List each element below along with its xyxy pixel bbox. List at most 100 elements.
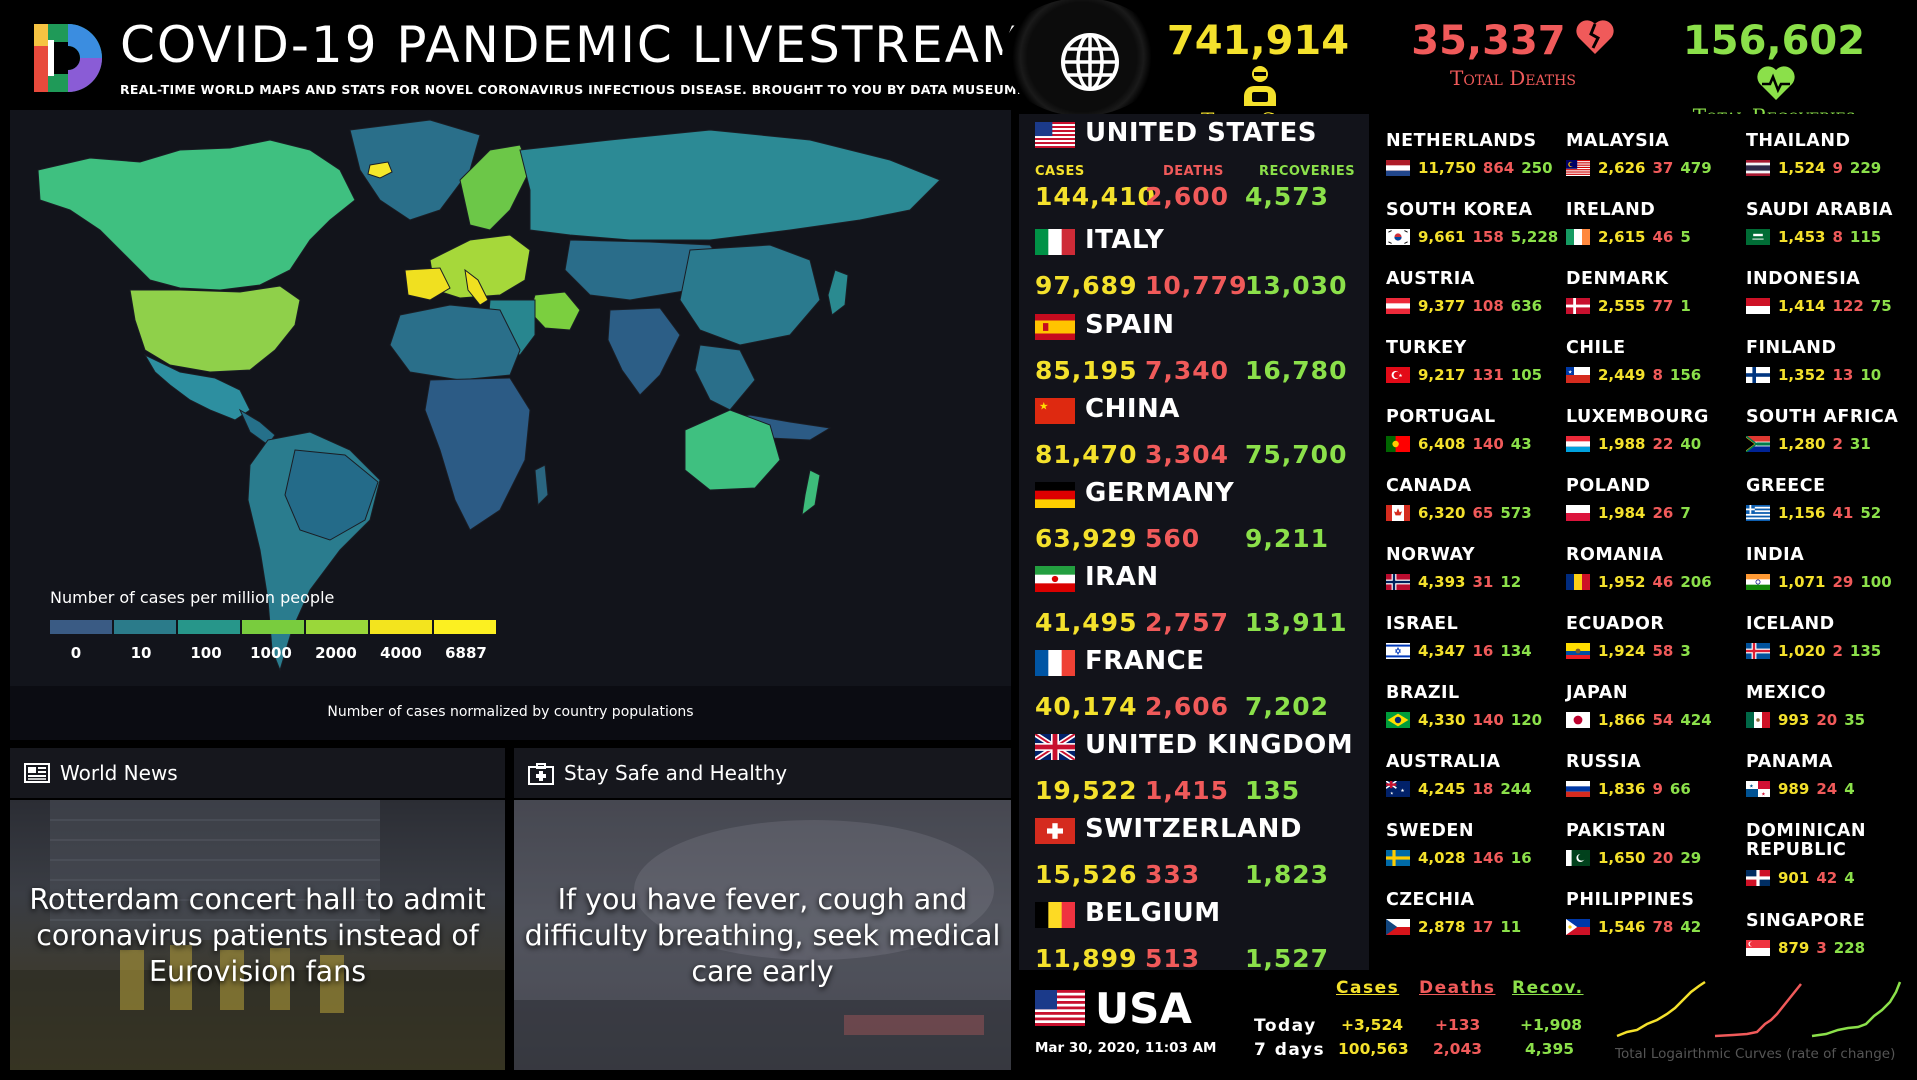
grid-country-nl[interactable]: NETHERLANDS 11,750 864 250 (1386, 131, 1561, 193)
grid-country-mx[interactable]: MEXICO 993 20 35 (1746, 683, 1917, 745)
map-new-zealand[interactable] (801, 469, 821, 517)
top-country-ir[interactable]: IRAN 41,495 2,757 13,911 (1035, 562, 1365, 642)
map-africa-north[interactable] (389, 304, 521, 381)
country-name: DOMINICAN (1746, 821, 1867, 841)
curves-caption: Total Logairthmic Curves (rate of change… (1615, 1046, 1896, 1062)
grid-country-br[interactable]: BRAZIL 4,330 140 120 (1386, 683, 1561, 745)
data-museum-logo[interactable] (30, 18, 110, 98)
grid-country-gr[interactable]: GREECE 1,156 41 52 (1746, 476, 1917, 538)
grid-country-pl[interactable]: POLAND 1,984 26 7 (1566, 476, 1741, 538)
stay-safe-header[interactable]: Stay Safe and Healthy (514, 748, 1011, 798)
top-country-gb[interactable]: UNITED KINGDOM 19,522 1,415 135 (1033, 730, 1365, 810)
map-china[interactable] (679, 244, 821, 346)
grid-country-id[interactable]: INDONESIA 1,414 122 75 (1746, 269, 1917, 331)
map-russia[interactable] (519, 129, 941, 241)
grid-country-th[interactable]: THAILAND 1,524 9 229 (1746, 131, 1917, 193)
country-recoveries: 75,700 (1245, 440, 1348, 469)
country-name: PHILIPPINES (1566, 890, 1695, 910)
cz-flag-icon (1386, 918, 1410, 935)
mx-flag-icon (1746, 711, 1770, 728)
stay-safe-card[interactable]: If you have fever, cough and difficulty … (514, 800, 1011, 1070)
country-recoveries: 3 (1680, 641, 1691, 660)
world-news-header[interactable]: World News (10, 748, 505, 798)
country-name: IRAN (1085, 562, 1159, 592)
country-recoveries: 5,228 (1510, 227, 1559, 246)
grid-country-se[interactable]: SWEDEN 4,028 146 16 (1386, 821, 1561, 883)
map-southeast-asia[interactable] (694, 344, 756, 411)
grid-country-pk[interactable]: PAKISTAN 1,650 20 29 (1566, 821, 1741, 883)
top-country-fr[interactable]: FRANCE 40,174 2,606 7,202 (1035, 646, 1365, 726)
country-deaths: 146 (1472, 848, 1504, 867)
top-country-ch[interactable]: SWITZERLAND 15,526 333 1,823 (1035, 814, 1365, 894)
country-deaths: 41 (1832, 503, 1854, 522)
news-headline[interactable]: Rotterdam concert hall to admit coronavi… (10, 882, 505, 990)
world-news-card[interactable]: Rotterdam concert hall to admit coronavi… (10, 800, 505, 1070)
grid-country-ru[interactable]: RUSSIA 1,836 9 66 (1566, 752, 1741, 814)
grid-country-ph[interactable]: PHILIPPINES 1,546 78 42 (1566, 890, 1741, 952)
grid-country-za[interactable]: SOUTH AFRICA 1,280 2 31 (1745, 407, 1917, 469)
grid-country-in[interactable]: INDIA 1,071 29 100 (1746, 545, 1917, 607)
grid-country-fi[interactable]: FINLAND 1,352 13 10 (1746, 338, 1917, 400)
grid-country-il[interactable]: ISRAEL 4,347 16 134 (1386, 614, 1561, 676)
grid-country-ec[interactable]: ECUADOR 1,924 58 3 (1566, 614, 1741, 676)
map-india[interactable] (607, 307, 681, 396)
health-message[interactable]: If you have fever, cough and difficulty … (514, 882, 1011, 990)
world-map-panel[interactable]: Number of cases per million people 0 10 … (10, 110, 1011, 740)
id-flag-icon (1746, 297, 1770, 314)
grid-country-ca[interactable]: CANADA 6,320 65 573 (1386, 476, 1561, 538)
top-country-be[interactable]: BELGIUM 11,899 513 1,527 (1035, 898, 1365, 978)
nl-flag-icon (1386, 159, 1410, 176)
grid-country-ro[interactable]: ROMANIA 1,952 46 206 (1566, 545, 1741, 607)
do-flag-icon (1746, 869, 1770, 886)
map-canada[interactable] (37, 139, 356, 291)
grid-country-do[interactable]: DOMINICAN REPUBLIC 901 42 4 (1746, 821, 1917, 887)
country-recoveries: 75 (1870, 296, 1892, 315)
grid-country-lu[interactable]: LUXEMBOURG 1,988 22 40 (1566, 407, 1741, 469)
map-madagascar[interactable] (534, 464, 549, 507)
patient-icon (1244, 66, 1276, 106)
country-cases: 993 (1778, 710, 1810, 729)
legend-swatch (370, 620, 432, 634)
map-africa-south[interactable] (424, 377, 531, 531)
top-country-us[interactable]: UNITED STATES CASES DEATHS RECOVERIES 144,41… (1035, 118, 1365, 211)
globe-icon[interactable] (1058, 30, 1122, 94)
grid-country-sa[interactable]: SAUDI ARABIA 1,453 8 115 (1746, 200, 1917, 262)
country-cases: 40,174 (1035, 692, 1138, 721)
top-country-de[interactable]: GERMANY 63,929 560 9,211 (1035, 478, 1365, 558)
usa-today-cases: +3,524 (1341, 1016, 1404, 1034)
grid-country-at[interactable]: AUSTRIA 9,377 108 636 (1386, 269, 1561, 331)
grid-country-is[interactable]: ICELAND 1,020 2 135 (1746, 614, 1917, 676)
grid-country-jp[interactable]: JAPAN 1,866 54 424 (1566, 683, 1741, 745)
grid-country-sg[interactable]: SINGAPORE 879 3 228 (1746, 911, 1917, 973)
grid-country-au[interactable]: AUSTRALIA ★ ★ 4,245 18 244 (1385, 752, 1561, 814)
grid-country-pa[interactable]: PANAMA ★ ★ 989 24 4 (1746, 752, 1917, 814)
top-country-es[interactable]: SPAIN 85,195 7,340 16,780 (1035, 310, 1365, 390)
country-deaths: 78 (1652, 917, 1674, 936)
map-japan[interactable] (827, 269, 849, 316)
grid-country-dk[interactable]: DENMARK 2,555 77 1 (1566, 269, 1741, 331)
usa-today-recov: +1,908 (1520, 1016, 1583, 1034)
grid-country-ie[interactable]: IRELAND 2,615 46 5 (1566, 200, 1741, 262)
grid-country-my[interactable]: MALAYSIA 2,626 37 479 (1566, 131, 1741, 193)
country-name: INDIA (1746, 545, 1805, 565)
usa-cases-header: Cases (1336, 978, 1400, 998)
grid-country-tr[interactable]: TURKEY ★ 9,217 131 105 (1386, 338, 1561, 400)
country-deaths: 8 (1652, 365, 1663, 384)
country-cases: 1,836 (1598, 779, 1646, 798)
top-country-it[interactable]: ITALY 97,689 10,779 13,030 (1035, 225, 1365, 305)
grid-country-pt[interactable]: PORTUGAL 6,408 140 43 (1386, 407, 1561, 469)
country-cases: 1,924 (1598, 641, 1646, 660)
grid-country-cz[interactable]: CZECHIA 2,878 17 11 (1386, 890, 1561, 952)
grid-country-no[interactable]: NORWAY 4,393 31 12 (1386, 545, 1561, 607)
country-name: POLAND (1566, 476, 1651, 496)
grid-country-cl[interactable]: CHILE ★ 2,449 8 156 (1566, 338, 1741, 400)
usa-week-label: 7 days (1254, 1040, 1326, 1060)
broken-heart-icon (1576, 20, 1614, 54)
usa-label[interactable]: USA (1095, 984, 1192, 1033)
map-usa[interactable] (129, 285, 301, 373)
legend-tick: 10 (130, 644, 152, 662)
map-iran[interactable] (529, 291, 581, 331)
grid-country-kr[interactable]: SOUTH KOREA 9,661 158 5,228 (1386, 200, 1561, 262)
country-deaths: 22 (1652, 434, 1674, 453)
top-country-cn[interactable]: ★ CHINA 81,470 3,304 75,700 (1035, 394, 1365, 474)
